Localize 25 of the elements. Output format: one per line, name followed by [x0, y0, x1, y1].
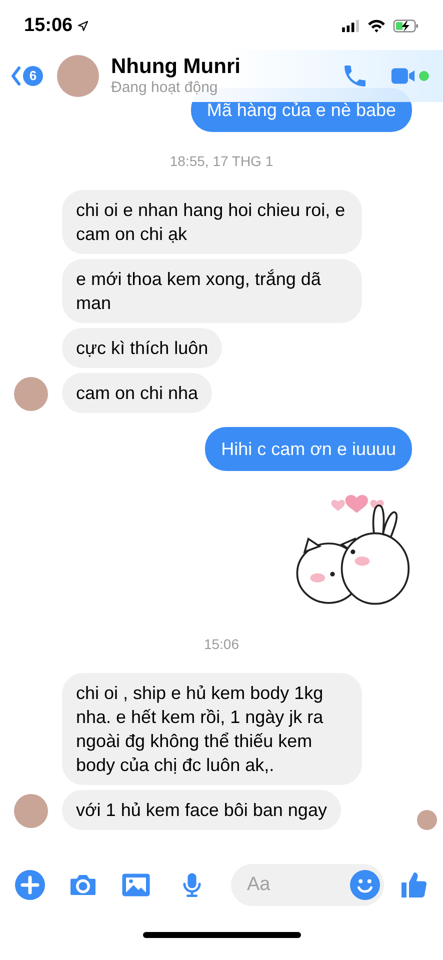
timestamp: 15:06 — [204, 635, 240, 653]
message-input-field[interactable]: Aa — [231, 864, 384, 906]
message-text-input[interactable]: Aa — [247, 870, 350, 900]
add-icon[interactable] — [15, 870, 45, 900]
contact-avatar — [57, 55, 99, 97]
received-message-bubble: với 1 hủ kem face bôi ban ngay — [62, 790, 341, 830]
back-button[interactable]: 6 — [10, 66, 43, 86]
emoji-icon[interactable] — [350, 870, 380, 900]
received-message-bubble: cực kì thích luôn — [62, 328, 222, 368]
received-message-bubble: chi oi e nhan hang hoi chieu roi, e cam on chi ạk — [62, 190, 362, 254]
location-arrow-icon — [76, 20, 89, 32]
signal-icon — [341, 19, 360, 33]
sender-avatar — [14, 377, 48, 411]
received-message-bubble: e mới thoa kem xong, trắng dã man — [62, 259, 362, 323]
received-message-bubble: chi oi , ship e hủ kem body 1kg nha. e hết kem rồi, 1 ngày jk ra ngoài đg không thể thiếu kem body của chị đc luôn ak,. — [62, 673, 362, 785]
contact-name: Nhung Munri — [111, 55, 242, 79]
timestamp: 18:55, 17 THG 1 — [170, 152, 274, 170]
sent-message-bubble: Hihi c cam ơn e iuuuu — [205, 427, 412, 471]
seen-avatar — [417, 810, 437, 830]
sender-avatar — [14, 794, 48, 828]
unread-count-badge: 6 — [23, 66, 43, 86]
clock-time: 15:06 — [24, 14, 73, 38]
back-chevron-icon[interactable] — [10, 66, 22, 86]
wifi-icon — [367, 19, 386, 33]
received-message-bubble: cam on chi nha — [62, 373, 212, 413]
